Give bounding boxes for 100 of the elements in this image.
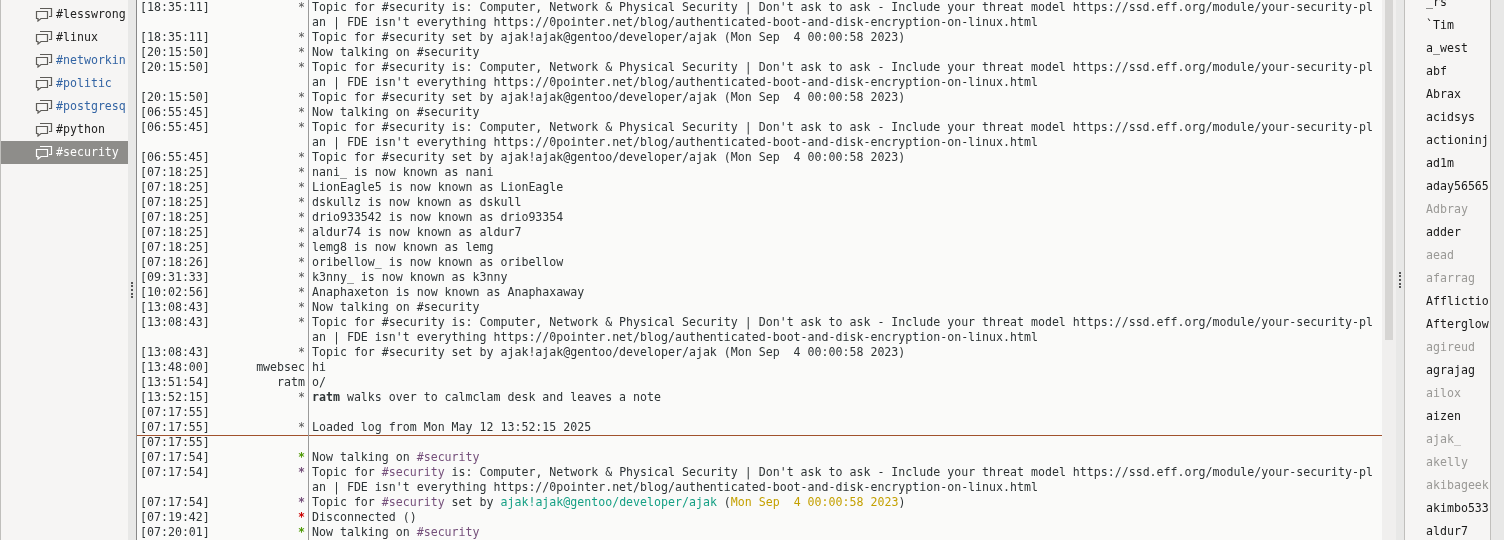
timestamp: [07:18:25] (140, 165, 210, 180)
chat-bubble-icon (35, 145, 53, 160)
message-text: Now talking on #security (312, 450, 480, 464)
timestamp: [13:08:43] (140, 315, 210, 331)
message-text: Loaded log from Mon May 12 13:52:15 2025 (312, 420, 592, 434)
timestamp: [07:17:55] (140, 420, 210, 435)
timestamp: [07:20:01] (140, 525, 210, 540)
channel-item[interactable]: #python (1, 118, 128, 141)
message-text: nani_ is now known as nani (312, 165, 494, 179)
timestamp: [07:18:25] (140, 240, 210, 255)
event-marker: * (298, 240, 305, 255)
chat-bubble-icon (35, 7, 53, 22)
channel-item[interactable]: #networkin (1, 49, 128, 72)
pane-handle[interactable] (1399, 272, 1401, 288)
message-text: aldur74 is now known as aldur7 (312, 225, 522, 239)
channel-item[interactable]: #postgresq (1, 95, 128, 118)
message-text: Topic for #security set by ajak!ajak@gentoo/developer/ajak (Mon Sep 4 00:00:58 2023) (312, 345, 906, 359)
event-marker: * (298, 270, 305, 285)
message-text: Topic for #security is: Computer, Network & Physical Security | Don't ask to ask - Include your threat model https://ssd.eff.org/module/your-security-plan | FDE isn't everything https://0pointer.net/blog/authenticated-boot-and-disk-encryption-on-linux.html (312, 60, 1373, 89)
event-marker: * (298, 465, 305, 480)
event-marker: * (298, 165, 305, 180)
message-text: Now talking on #security (312, 105, 480, 119)
timestamp: [07:17:54] (140, 450, 210, 465)
user-name[interactable]: Afflictio (1426, 293, 1489, 308)
channel-item[interactable]: #politic (1, 72, 128, 95)
event-marker: * (298, 450, 305, 465)
event-marker: * (298, 390, 305, 405)
timestamp: [13:52:15] (140, 390, 210, 405)
user-name[interactable]: abf (1426, 63, 1447, 78)
message-text: Now talking on #security (312, 300, 480, 314)
timestamp: [07:19:42] (140, 510, 210, 525)
event-marker: * (298, 255, 305, 270)
event-marker: * (298, 30, 305, 45)
user-name[interactable]: acidsys (1426, 109, 1475, 124)
user-name[interactable]: actioninj (1426, 132, 1489, 147)
timestamp: [07:18:25] (140, 210, 210, 225)
timestamp: [07:18:25] (140, 195, 210, 210)
timestamp: [20:15:50] (140, 90, 210, 105)
timestamp: [07:18:25] (140, 225, 210, 240)
user-name[interactable]: a_west (1426, 40, 1468, 55)
timestamp: [07:17:55] (140, 435, 210, 450)
event-marker: * (298, 225, 305, 240)
event-marker: * (298, 120, 305, 135)
timestamp: [20:15:50] (140, 45, 210, 60)
chat-bubble-icon (35, 122, 53, 137)
event-marker: * (298, 45, 305, 60)
message-text: Topic for #security is: Computer, Network & Physical Security | Don't ask to ask - Include your threat model https://ssd.eff.org/module/your-security-plan | FDE isn't everything https://0pointer.net/blog/authenticated-boot-and-disk-encryption-on-linux.html (312, 120, 1373, 149)
event-marker: * (298, 510, 305, 525)
nick-label: ratm (277, 375, 305, 390)
timestamp: [13:08:43] (140, 345, 210, 360)
message-text: Disconnected () (312, 510, 417, 524)
user-name[interactable]: agrajag (1426, 362, 1475, 377)
event-marker: * (298, 105, 305, 120)
message-text: oribellow_ is now known as oribellow (312, 255, 564, 269)
event-marker: * (298, 180, 305, 195)
event-marker: * (298, 300, 305, 315)
user-name[interactable]: Abrax (1426, 86, 1461, 101)
event-marker: * (298, 210, 305, 225)
message-text: ratm walks over to calmclam desk and leaves a note (312, 390, 661, 404)
message-text: lemg8 is now known as lemg (312, 240, 494, 254)
event-marker: * (298, 60, 305, 75)
timestamp: [07:18:25] (140, 180, 210, 195)
chat-bubble-icon (35, 53, 53, 68)
scrollbar-thumb[interactable] (1385, 0, 1393, 340)
event-marker: * (298, 0, 305, 15)
pane-handle[interactable] (131, 282, 133, 298)
timestamp: [13:48:00] (140, 360, 210, 375)
timestamp: [13:51:54] (140, 375, 210, 390)
timestamp: [18:35:11] (140, 30, 210, 45)
timestamp: [07:17:55] (140, 405, 210, 420)
message-text: o/ (312, 375, 326, 389)
user-name[interactable]: adder (1426, 224, 1461, 239)
timestamp: [06:55:45] (140, 120, 210, 136)
event-marker: * (298, 195, 305, 210)
user-name[interactable]: akimbo533 (1426, 500, 1489, 515)
message-text: Topic for #security set by ajak!ajak@gentoo/developer/ajak (Mon Sep 4 00:00:58 2023) (312, 90, 906, 104)
user-name[interactable]: ad1m (1426, 155, 1454, 170)
message-text: dskullz is now known as dskull (312, 195, 522, 209)
message-text: Topic for #security is: Computer, Network & Physical Security | Don't ask to ask - Include your threat model https://ssd.eff.org/module/your-security-plan | FDE isn't everything https://0pointer.net/blog/authenticated-boot-and-disk-encryption-on-linux.html (312, 0, 1373, 29)
channel-item[interactable]: #linux (1, 26, 128, 49)
event-marker: * (298, 420, 305, 435)
user-name[interactable]: Afterglow (1426, 316, 1489, 331)
timestamp: [20:15:50] (140, 60, 210, 76)
message-text: Anaphaxeton is now known as Anaphaxaway (312, 285, 585, 299)
message-text: Topic for #security is: Computer, Network & Physical Security | Don't ask to ask - Include your threat model https://ssd.eff.org/module/your-security-plan | FDE isn't everything https://0pointer.net/blog/authenticated-boot-and-disk-encryption-on-linux.html (312, 315, 1373, 344)
nick-label: mwebsec (256, 360, 305, 375)
user-name[interactable]: `Tim (1426, 17, 1454, 32)
channel-item[interactable]: #lesswrong (1, 3, 128, 26)
user-name[interactable]: aday56565 (1426, 178, 1489, 193)
event-marker: * (298, 495, 305, 510)
chat-bubble-icon (35, 76, 53, 91)
message-text: Topic for #security set by ajak!ajak@gentoo/developer/ajak (Mon Sep 4 00:00:58 2023) (312, 30, 906, 44)
user-name[interactable]: aldur7 (1426, 523, 1468, 538)
timestamp: [06:55:45] (140, 150, 210, 165)
timestamp: [18:35:11] (140, 0, 210, 16)
event-marker: * (298, 315, 305, 330)
chat-bubble-icon (35, 99, 53, 114)
timestamp: [07:17:54] (140, 495, 210, 510)
user-name[interactable]: aizen (1426, 408, 1461, 423)
message-text: hi (312, 360, 326, 374)
